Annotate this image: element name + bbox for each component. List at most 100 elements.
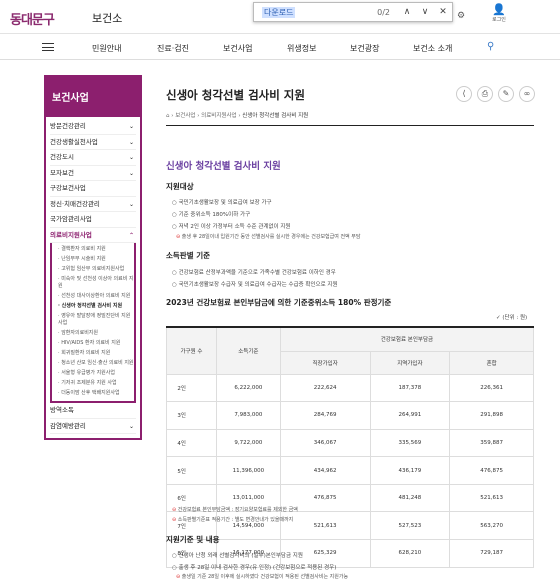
sidebar-item[interactable]: 방역소독 bbox=[50, 403, 136, 419]
table-cell: 346,067 bbox=[279, 428, 371, 458]
main-nav: 민원안내 진료·검진 보건사업 위생정보 보건광장 보건소 소개 ⚲ bbox=[0, 34, 560, 60]
find-close-button[interactable]: ✕ bbox=[434, 7, 452, 17]
sidebar-item[interactable]: 정신·치매건강관리 ⌄ bbox=[50, 197, 136, 212]
section-heading: 신생아 청각선별 검사비 지원 bbox=[166, 161, 281, 172]
bookmark-icon[interactable]: ✎ bbox=[498, 86, 514, 102]
nav-item[interactable]: 보건사업 bbox=[223, 43, 252, 54]
site-header: 동대문구 보건소 다운로드 0/2 ∧ ∨ ✕ ⚙ 👤 로그인 bbox=[0, 0, 560, 34]
note: ⊖ 출생 후 28일이내 입원기간 동안 선별검사를 실시한 경우에는 건강보험… bbox=[176, 234, 361, 240]
page-title: 신생아 청각선별 검사비 지원 bbox=[166, 88, 305, 102]
submenu-item[interactable]: 난임부부 시술비 지원 bbox=[52, 255, 134, 265]
submenu-item[interactable]: 서울형 유급병가 지원사업 bbox=[52, 369, 134, 379]
table-row: 2인 6,222,000 222,624 187,378 226,361 bbox=[166, 373, 534, 403]
table-cell: 521,613 bbox=[279, 511, 371, 541]
menu-icon[interactable] bbox=[42, 43, 54, 51]
login-label: 로그인 bbox=[492, 17, 506, 23]
table-cell: 481,248 bbox=[369, 483, 451, 513]
sidebar-item[interactable]: 건강도시 ⌄ bbox=[50, 150, 136, 166]
submenu-item[interactable]: 희귀질환자 의료비 지원 bbox=[52, 349, 134, 359]
table-cell: 729,187 bbox=[449, 539, 534, 568]
sidebar-item[interactable]: 건강생활실천사업 ⌄ bbox=[50, 135, 136, 150]
table-cell: 9,722,000 bbox=[215, 428, 281, 458]
login-button[interactable]: 👤 로그인 bbox=[487, 3, 511, 24]
find-input[interactable]: 다운로드 bbox=[262, 6, 296, 18]
find-prev-button[interactable]: ∧ bbox=[398, 7, 416, 17]
table-cell: 628,210 bbox=[369, 539, 451, 568]
bullet-item: 국민기초생활보장 및 의료급여 보장 가구 bbox=[172, 198, 272, 206]
sidebar-item-active[interactable]: 의료비지원사업 ⌃ bbox=[50, 228, 136, 243]
bullet-item: 신생아 난청 외래 선별검사비의 (일부)본인부담금 지원 bbox=[172, 551, 303, 559]
submenu-item[interactable]: 영유아 발달장애 정밀진단비 지원사업 bbox=[52, 312, 134, 329]
chevron-down-icon: ⌄ bbox=[128, 200, 134, 208]
table-cell: 7,983,000 bbox=[215, 401, 281, 430]
nav-item[interactable]: 보건광장 bbox=[350, 43, 379, 54]
submenu-item[interactable]: 고위험 임산부 의료비지원사업 bbox=[52, 265, 134, 275]
column-header: 혼합 bbox=[449, 350, 534, 375]
table-row: 3인 7,983,000 284,769 264,991 291,898 bbox=[166, 401, 534, 430]
chevron-down-icon: ⌄ bbox=[128, 422, 134, 430]
find-count: 0/2 bbox=[377, 7, 390, 17]
submenu-item-current[interactable]: 신생아 청각선별 검사비 지원 bbox=[52, 302, 134, 312]
sidebar-item[interactable]: 구강보건사업 bbox=[50, 181, 136, 197]
table-heading: 2023년 건강보험료 본인부담금에 의한 기준중위소득 180% 판정기준 bbox=[166, 298, 392, 307]
link-icon[interactable]: ∞ bbox=[519, 86, 535, 102]
print-icon[interactable]: ⎙ bbox=[477, 86, 493, 102]
table-cell: 436,179 bbox=[369, 456, 451, 485]
sidebar-title: 보건사업 bbox=[44, 75, 142, 117]
submenu-item[interactable]: 기저귀 조제분유 지원 사업 bbox=[52, 379, 134, 389]
subsection-heading: 소득판별 기준 bbox=[166, 251, 211, 260]
note: ⊖ 건강보험료 본인부담금액 : 장기요양보험료를 제외한 금액 bbox=[172, 507, 298, 513]
submenu-item[interactable]: 더동이맘 산후 택배지원사업 bbox=[52, 389, 134, 399]
submenu-item[interactable]: 선천성 대사이상환아 의료비 지원 bbox=[52, 292, 134, 302]
home-icon[interactable]: ⌂ bbox=[166, 113, 170, 119]
breadcrumb-current: 신생아 청각선별 검사비 지원 bbox=[242, 113, 309, 119]
table-cell: 527,523 bbox=[369, 511, 451, 541]
subsection-heading: 지원대상 bbox=[166, 182, 194, 191]
table-cell: 434,962 bbox=[279, 456, 371, 485]
table-cell: 4인 bbox=[166, 428, 217, 458]
sidebar-item[interactable]: 방문건강관리 ⌄ bbox=[50, 119, 136, 135]
sidebar-submenu: 결핵환자 의료비 지원 난임부부 시술비 지원 고위험 임산부 의료비지원사업 … bbox=[50, 243, 136, 403]
breadcrumb: ⌂ › 보건사업 › 의료비지원사업 › 신생아 청각선별 검사비 지원 bbox=[166, 113, 309, 119]
search-icon[interactable]: ⚲ bbox=[487, 41, 494, 52]
find-bar: 다운로드 0/2 ∧ ∨ ✕ bbox=[253, 2, 453, 22]
site-title[interactable]: 보건소 bbox=[92, 10, 122, 26]
table-cell: 3인 bbox=[166, 401, 217, 430]
table-row: 5인 11,396,000 434,962 436,179 476,875 bbox=[166, 456, 534, 485]
sidebar-item[interactable]: 모자보건 ⌄ bbox=[50, 166, 136, 181]
share-icon[interactable]: ⟨ bbox=[456, 86, 472, 102]
nav-item[interactable]: 진료·검진 bbox=[157, 43, 189, 54]
bullet-item: 건강보험료 산정부과액을 기준으로 가족수별 건강보험료 이하인 경우 bbox=[172, 268, 336, 276]
column-header: 직장가입자 bbox=[279, 350, 371, 375]
sidebar: 보건사업 방문건강관리 ⌄ 건강생활실천사업 ⌄ 건강도시 ⌄ 모자보건 ⌄ 구강보건사… bbox=[44, 75, 142, 440]
table-cell: 5인 bbox=[166, 456, 217, 485]
submenu-item[interactable]: 청소년 산모 임신·출산 의료비 지원 bbox=[52, 359, 134, 369]
table-cell: 222,624 bbox=[279, 373, 371, 403]
breadcrumb-item[interactable]: 의료비지원사업 bbox=[201, 113, 236, 119]
submenu-item[interactable]: 암환자의료비지원 bbox=[52, 329, 134, 339]
chevron-down-icon: ⌄ bbox=[128, 123, 134, 130]
district-logo[interactable]: 동대문구 bbox=[10, 9, 55, 28]
note: ⊖ 출생일 기준 28일 이후에 실시하였다 건강보험이 적용된 선별검사비는 … bbox=[176, 574, 349, 580]
bullet-item: 저녁 2인 이상 가정부터 소득 수준 관계없이 지원 bbox=[172, 222, 291, 230]
table-cell: 6,222,000 bbox=[215, 373, 281, 403]
submenu-item[interactable]: 미숙아 및 선천성 이상아 의료비 지원 bbox=[52, 275, 134, 292]
submenu-item[interactable]: HIV/AIDS 환자 의료비 지원 bbox=[52, 339, 134, 349]
table-cell: 264,991 bbox=[369, 401, 451, 430]
find-next-button[interactable]: ∨ bbox=[416, 7, 434, 17]
submenu-item[interactable]: 결핵환자 의료비 지원 bbox=[52, 245, 134, 255]
table-row: 4인 9,722,000 346,067 335,569 359,887 bbox=[166, 428, 534, 458]
sidebar-item[interactable]: 국가암관리사업 bbox=[50, 212, 136, 228]
table-cell: 284,769 bbox=[279, 401, 371, 430]
table-cell: 2인 bbox=[166, 373, 217, 403]
nav-item[interactable]: 보건소 소개 bbox=[413, 43, 452, 54]
breadcrumb-item[interactable]: 보건사업 bbox=[175, 113, 195, 119]
person-icon: 👤 bbox=[492, 3, 506, 16]
column-header: 소득기준 bbox=[215, 326, 281, 375]
sidebar-item[interactable]: 감염예방관리 ⌄ bbox=[50, 419, 136, 434]
gear-icon[interactable]: ⚙ bbox=[457, 11, 465, 21]
table-cell: 187,378 bbox=[369, 373, 451, 403]
nav-item[interactable]: 민원안내 bbox=[92, 43, 121, 54]
nav-item[interactable]: 위생정보 bbox=[287, 43, 316, 54]
column-header: 지역가입자 bbox=[369, 350, 451, 375]
